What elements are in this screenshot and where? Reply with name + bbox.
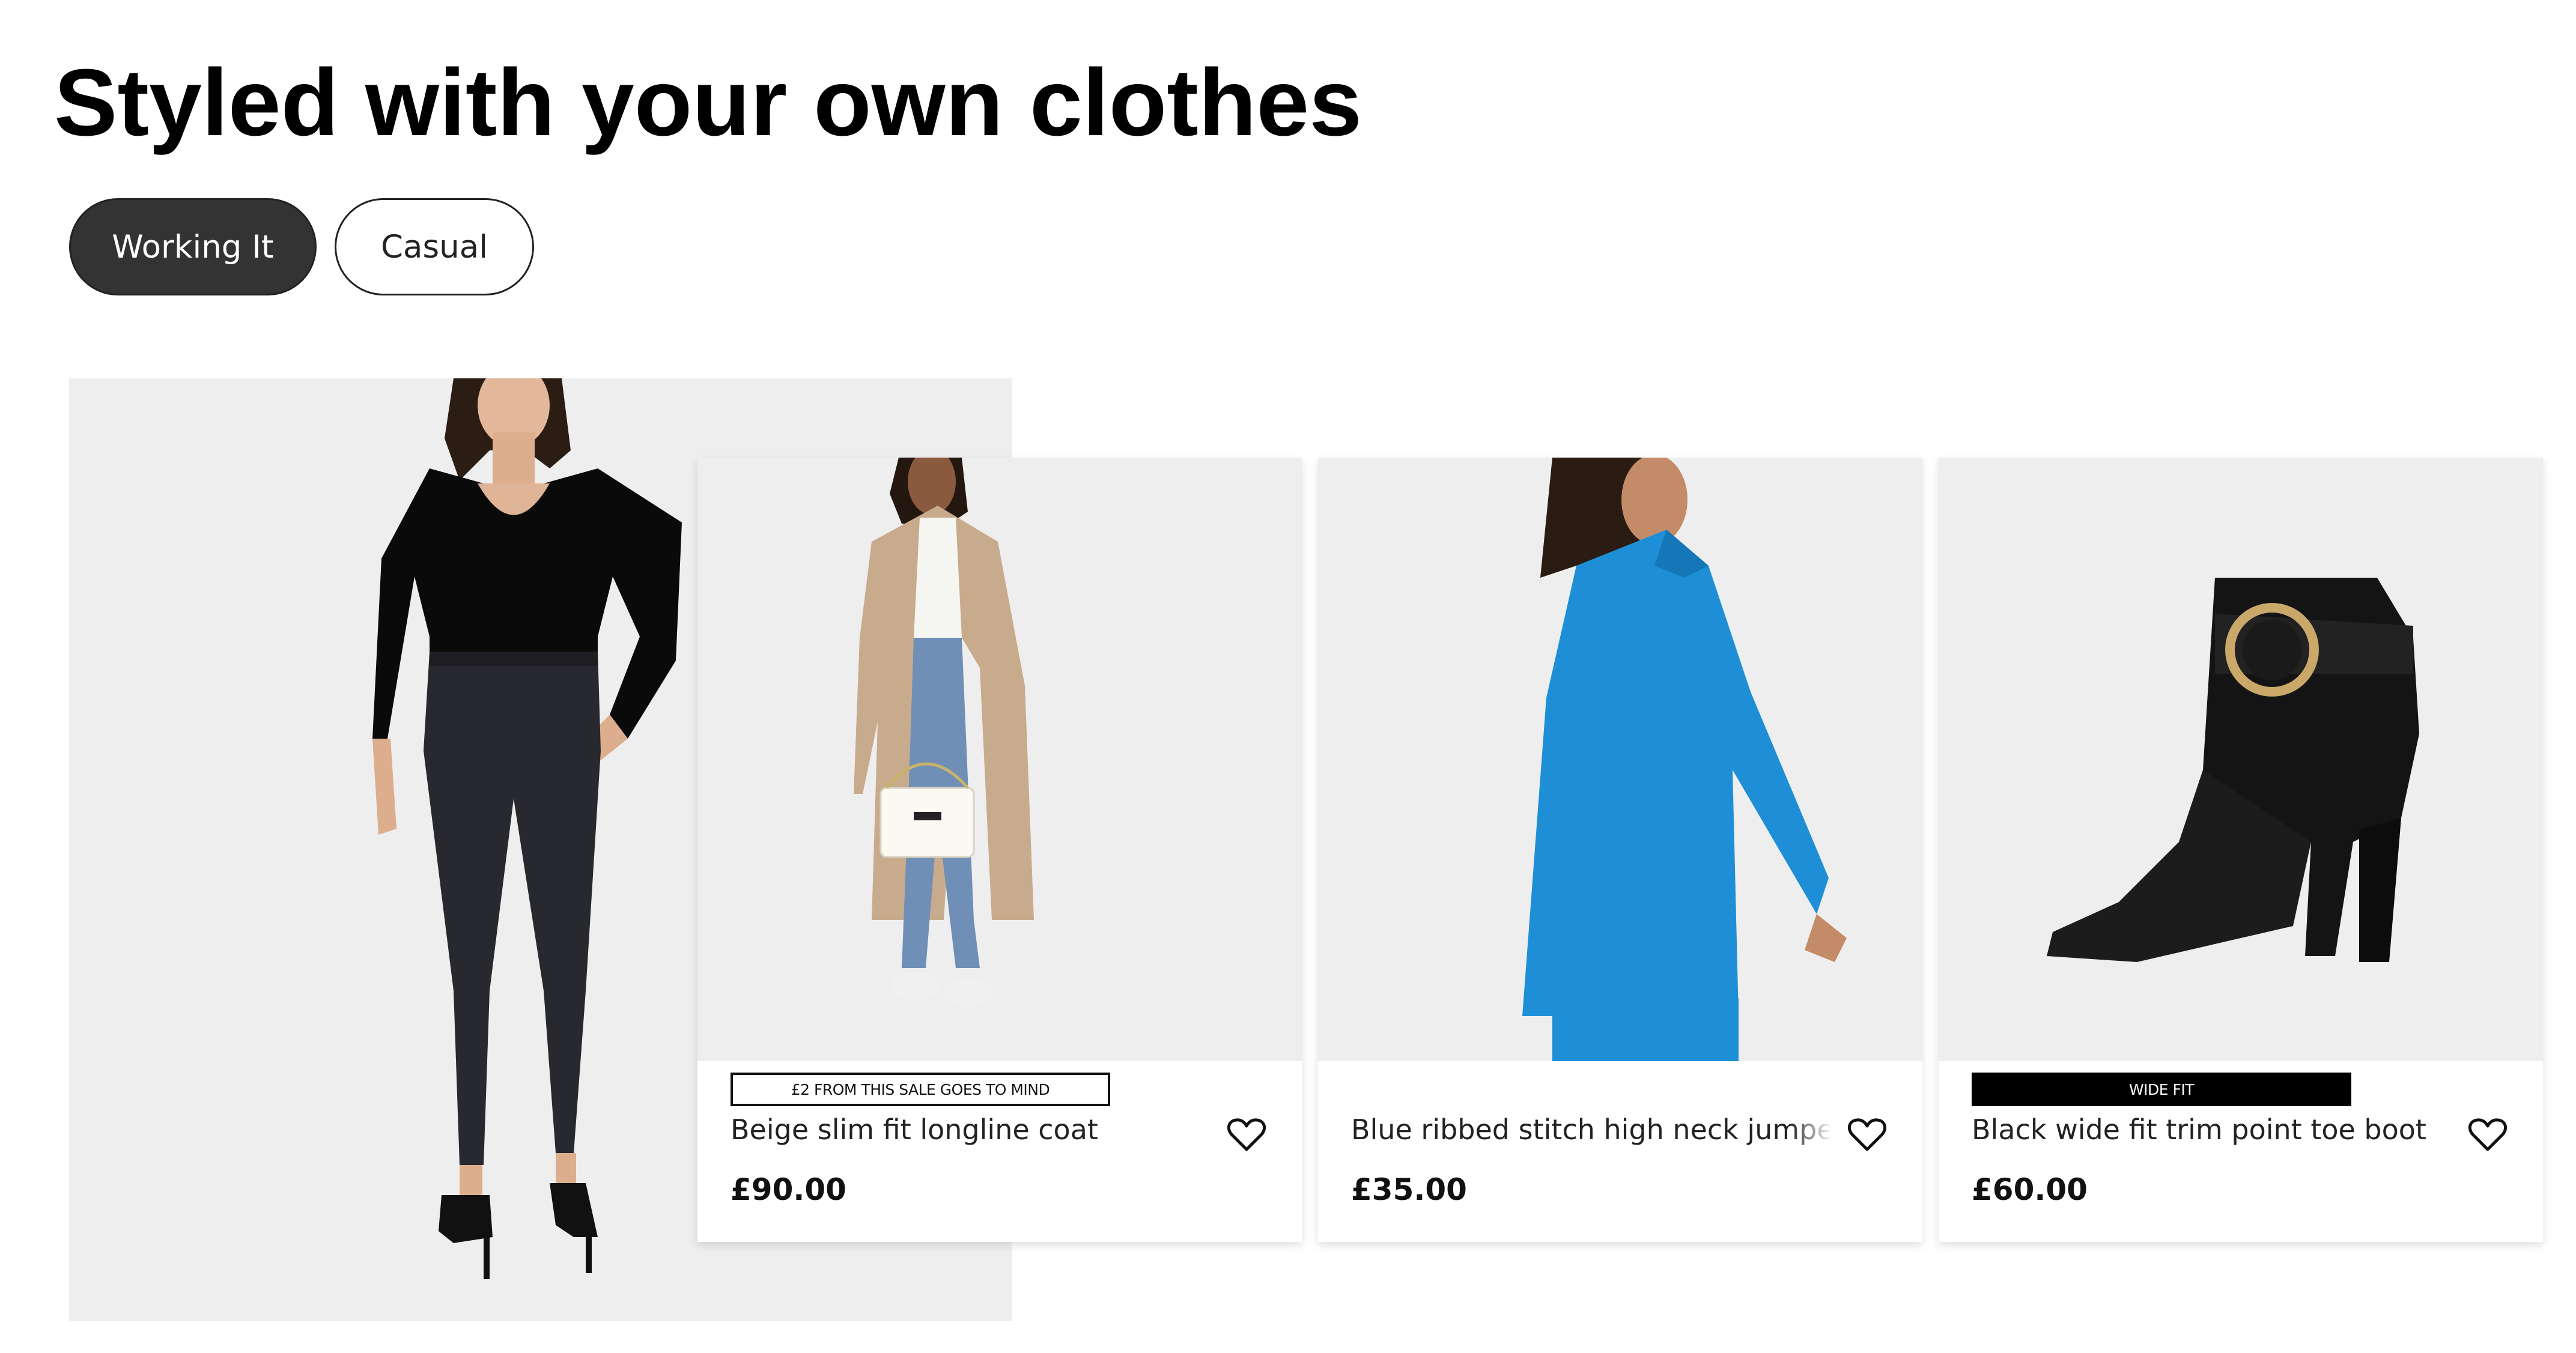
product-name[interactable]: Black wide fit trim point toe boot: [1972, 1113, 2452, 1146]
product-name[interactable]: Blue ribbed stitch high neck jumper: [1351, 1113, 1832, 1146]
page-title: Styled with your own clothes: [54, 50, 1362, 156]
outfit-tabs: Working It Casual: [69, 198, 534, 295]
heart-outline-icon[interactable]: [2468, 1117, 2507, 1152]
product-card[interactable]: £2 FROM THIS SALE GOES TO MIND Beige sli…: [697, 458, 1302, 1242]
heart-outline-icon[interactable]: [1227, 1117, 1266, 1152]
product-image[interactable]: [1939, 458, 2543, 1061]
tab-casual[interactable]: Casual: [335, 198, 534, 295]
tab-working-it[interactable]: Working It: [69, 198, 317, 295]
product-price: £35.00: [1351, 1172, 1467, 1207]
product-card[interactable]: WIDE FIT Black wide fit trim point toe b…: [1939, 458, 2543, 1242]
charity-badge: £2 FROM THIS SALE GOES TO MIND: [731, 1073, 1110, 1106]
product-image[interactable]: [697, 458, 1302, 1061]
heart-outline-icon[interactable]: [1848, 1117, 1886, 1152]
product-price: £90.00: [731, 1172, 846, 1207]
product-price: £60.00: [1972, 1172, 2088, 1207]
product-name[interactable]: Beige slim fit longline coat: [731, 1113, 1211, 1146]
product-image[interactable]: [1318, 458, 1922, 1061]
wide-fit-badge: WIDE FIT: [1972, 1073, 2351, 1106]
product-card[interactable]: Blue ribbed stitch high neck jumper £35.…: [1318, 458, 1922, 1242]
